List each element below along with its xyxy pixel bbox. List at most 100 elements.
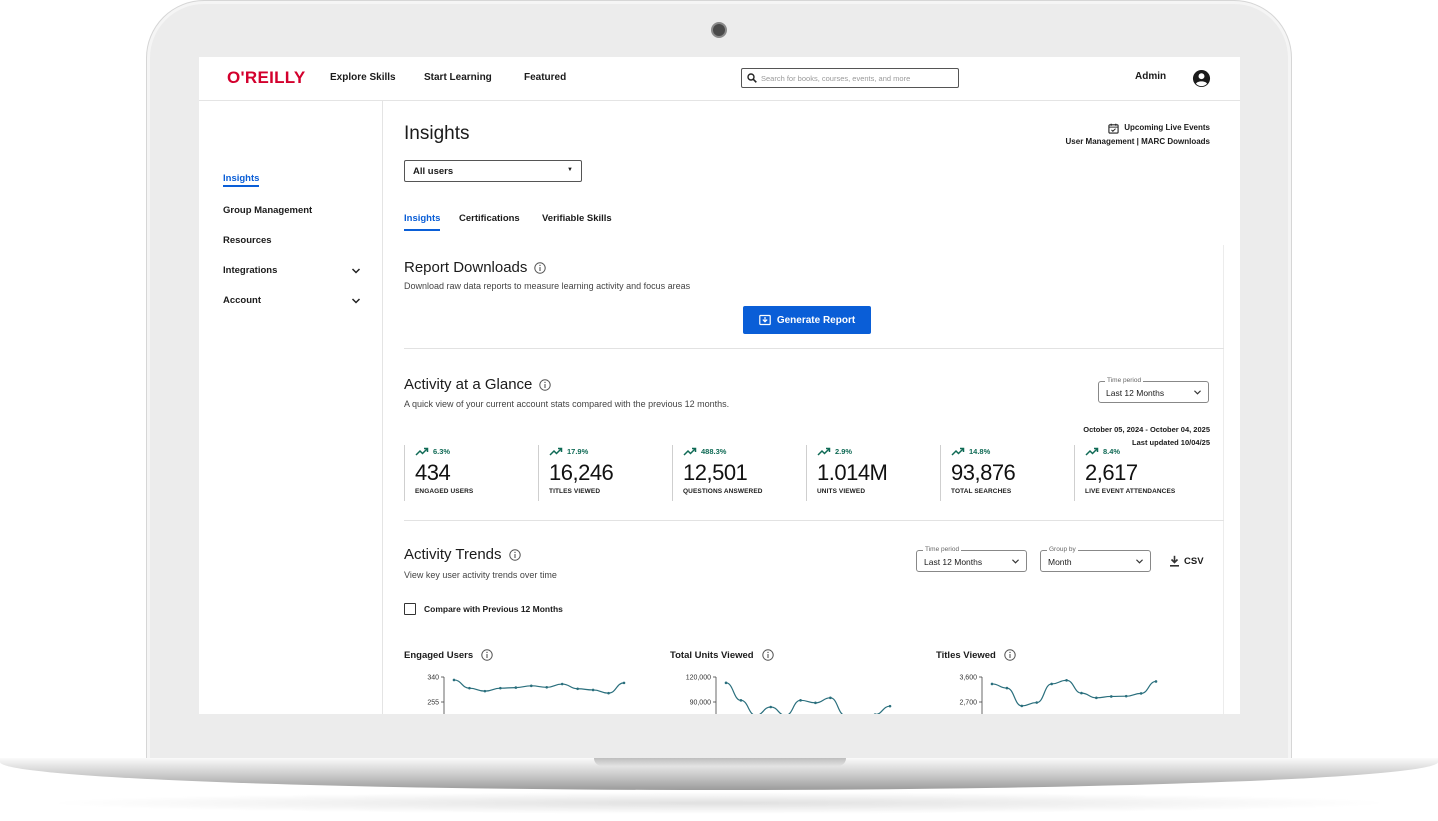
data-point[interactable] — [814, 701, 817, 705]
top-links: Upcoming Live Events User Management | M… — [1066, 121, 1210, 149]
y-tick-label: 90,000 — [690, 700, 712, 707]
data-point[interactable] — [1139, 692, 1143, 695]
stat-trend: 488.3% — [683, 445, 806, 457]
data-point[interactable] — [739, 699, 743, 702]
data-point[interactable] — [622, 681, 626, 685]
stat-questions-answered: 488.3% 12,501 QUESTIONS ANSWERED — [672, 445, 806, 501]
search-box[interactable] — [741, 68, 959, 88]
activity-glance-title: Activity at a Glance — [404, 376, 552, 393]
stat-trend-value: 14.8% — [969, 446, 991, 456]
info-icon[interactable] — [539, 378, 552, 391]
info-icon[interactable] — [481, 649, 493, 661]
data-point[interactable] — [468, 686, 471, 690]
data-point[interactable] — [499, 686, 502, 690]
section-divider — [404, 520, 1224, 521]
data-point[interactable] — [888, 704, 892, 708]
stat-total-searches: 14.8% 93,876 TOTAL SEARCHES — [940, 445, 1074, 501]
sidebar-item-account[interactable]: Account — [223, 295, 261, 306]
activity-glance-title-text: Activity at a Glance — [404, 376, 533, 393]
report-downloads-title-text: Report Downloads — [404, 259, 528, 276]
y-tick-label: 3,600 — [959, 675, 977, 682]
search-input[interactable] — [761, 72, 951, 84]
data-point[interactable] — [529, 684, 533, 688]
trending-up-icon — [549, 447, 563, 456]
data-point[interactable] — [873, 713, 877, 714]
user-filter-select[interactable]: All users ▼ — [404, 160, 582, 182]
csv-download-button[interactable]: CSV — [1169, 555, 1204, 567]
search-icon — [747, 73, 757, 83]
download-icon — [1170, 555, 1179, 567]
stat-trend: 2.9% — [817, 445, 940, 457]
info-icon[interactable] — [761, 649, 774, 661]
data-point[interactable] — [1154, 680, 1158, 683]
sidebar-item-group-management[interactable]: Group Management — [223, 205, 312, 216]
download-icon — [759, 314, 771, 326]
line-chart-total-units-viewed: 120,000 90,000 — [686, 675, 892, 714]
data-point[interactable] — [560, 682, 564, 686]
oreilly-logo[interactable]: O'REILLY — [227, 68, 306, 88]
data-point[interactable] — [607, 691, 610, 695]
activity-glance-subtitle: A quick view of your current account sta… — [404, 399, 730, 409]
time-period-legend: Time period — [923, 546, 962, 553]
group-by-value: Month — [1048, 557, 1072, 567]
stat-label: QUESTIONS ANSWERED — [683, 488, 763, 495]
data-point[interactable] — [1065, 679, 1068, 682]
data-point[interactable] — [591, 688, 595, 692]
info-icon[interactable] — [534, 261, 547, 274]
y-tick-label: 2,700 — [959, 700, 977, 707]
info-icon[interactable] — [508, 548, 521, 561]
activity-trends-title-text: Activity Trends — [404, 546, 502, 563]
nav-featured[interactable]: Featured — [524, 72, 566, 83]
data-point[interactable] — [799, 699, 802, 702]
trends-time-period-select[interactable]: Time period Last 12 Months — [916, 546, 1027, 572]
chevron-down-icon[interactable] — [351, 267, 361, 275]
chart-title-text: Titles Viewed — [936, 649, 996, 661]
data-point[interactable] — [1109, 695, 1113, 698]
series-line — [453, 679, 625, 694]
tab-insights[interactable]: Insights — [404, 213, 441, 231]
chart-title-titles-viewed: Titles Viewed — [936, 649, 1016, 661]
y-tick-label: 255 — [427, 700, 439, 707]
admin-label[interactable]: Admin — [1135, 71, 1166, 82]
data-point[interactable] — [1035, 701, 1039, 704]
chevron-down-icon[interactable] — [351, 297, 361, 305]
generate-report-button[interactable]: Generate Report — [743, 306, 871, 334]
group-by-legend: Group by — [1047, 546, 1078, 553]
info-icon[interactable] — [1004, 649, 1016, 661]
compare-label: Compare with Previous 12 Months — [424, 604, 563, 614]
data-point[interactable] — [1080, 691, 1083, 695]
nav-explore-skills[interactable]: Explore Skills — [330, 72, 396, 83]
data-point[interactable] — [990, 682, 994, 686]
data-point[interactable] — [769, 705, 773, 709]
screen: O'REILLY Explore Skills Start Learning F… — [199, 57, 1240, 714]
glance-time-period-select[interactable]: Time period Last 12 Months — [1098, 377, 1209, 403]
user-avatar-icon[interactable] — [1192, 69, 1211, 88]
sidebar-item-resources[interactable]: Resources — [223, 235, 272, 246]
stat-trend-value: 8.4% — [1103, 446, 1121, 456]
data-point[interactable] — [724, 681, 728, 685]
tab-verifiable-skills[interactable]: Verifiable Skills — [542, 213, 612, 229]
user-management-marc-links[interactable]: User Management | MARC Downloads — [1066, 135, 1210, 149]
compare-checkbox-row[interactable]: Compare with Previous 12 Months — [404, 603, 563, 615]
calendar-check-icon — [1108, 123, 1119, 134]
data-point[interactable] — [545, 685, 549, 689]
data-point[interactable] — [829, 696, 832, 700]
data-point[interactable] — [452, 678, 456, 682]
data-point[interactable] — [1005, 686, 1009, 690]
data-point[interactable] — [483, 689, 487, 693]
data-point[interactable] — [1020, 704, 1024, 708]
chart-title-text: Total Units Viewed — [670, 649, 754, 661]
upcoming-live-events-link[interactable]: Upcoming Live Events — [1124, 121, 1210, 135]
tab-certifications[interactable]: Certifications — [459, 213, 520, 229]
sidebar-item-integrations[interactable]: Integrations — [223, 265, 277, 276]
sidebar-item-insights[interactable]: Insights — [223, 173, 260, 187]
group-by-select[interactable]: Group by Month — [1040, 546, 1151, 572]
nav-start-learning[interactable]: Start Learning — [424, 72, 492, 83]
compare-checkbox[interactable] — [404, 603, 416, 615]
data-point[interactable] — [514, 686, 518, 689]
data-point[interactable] — [1124, 694, 1128, 698]
user-filter-value: All users — [413, 166, 454, 177]
data-point[interactable] — [576, 687, 579, 691]
data-point[interactable] — [1050, 682, 1053, 686]
data-point[interactable] — [1095, 696, 1098, 700]
